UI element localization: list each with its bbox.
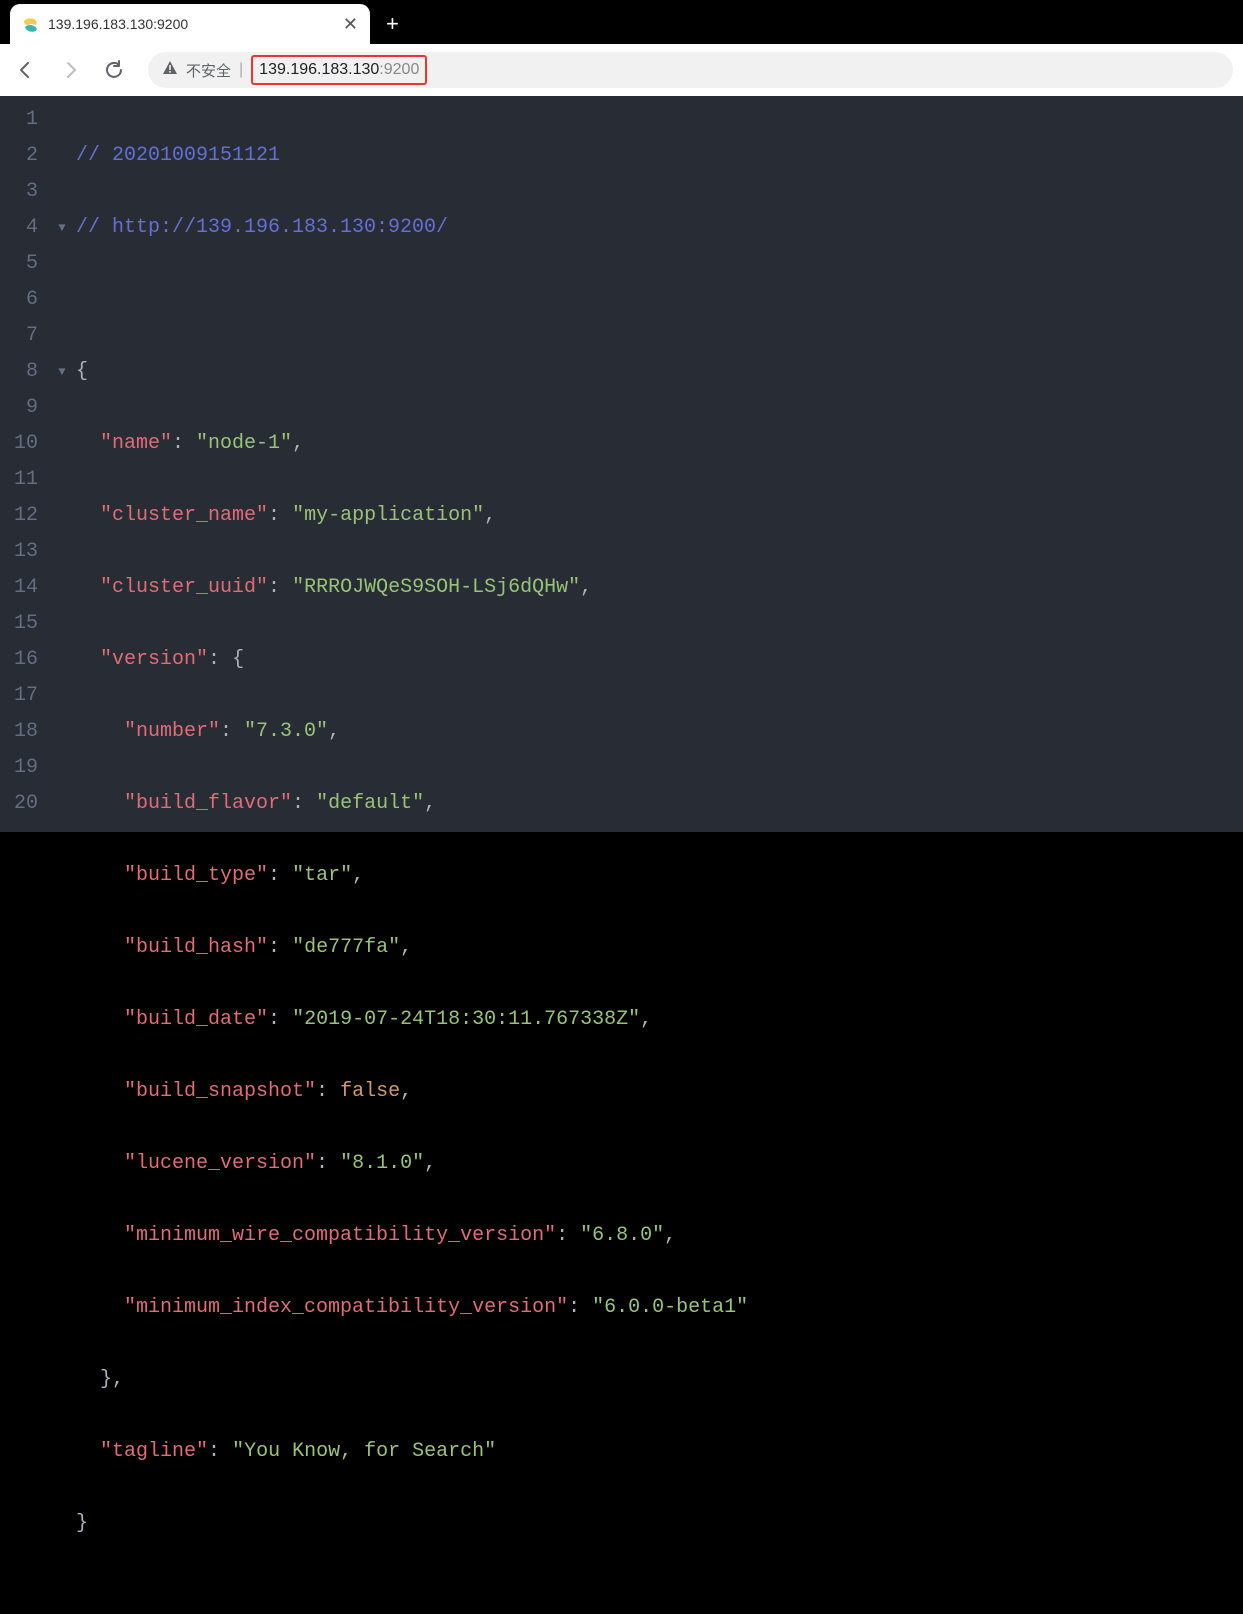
forward-button[interactable] xyxy=(54,54,86,86)
json-key: "minimum_index_compatibility_version" xyxy=(124,1296,568,1319)
line-number: 11 xyxy=(0,462,48,498)
line-number: 16 xyxy=(0,642,48,678)
comment: // http://139.196.183.130:9200/ xyxy=(76,216,448,239)
json-key: "build_snapshot" xyxy=(124,1080,316,1103)
json-value: "default" xyxy=(316,792,424,815)
reload-button[interactable] xyxy=(98,54,130,86)
line-number: 17 xyxy=(0,678,48,714)
json-key: "build_date" xyxy=(124,1008,268,1031)
address-bar[interactable]: 不安全 | 139.196.183.130:9200 xyxy=(148,52,1233,88)
line-number: 6 xyxy=(0,282,48,318)
line-number: 15 xyxy=(0,606,48,642)
json-key: "version" xyxy=(100,648,208,671)
fold-gutter: ▼ ▼ xyxy=(48,96,76,832)
json-key: "lucene_version" xyxy=(124,1152,316,1175)
json-key: "build_type" xyxy=(124,864,268,887)
url-port: :9200 xyxy=(379,61,419,78)
json-key: "build_hash" xyxy=(124,936,268,959)
json-value: "You Know, for Search" xyxy=(232,1440,496,1463)
line-number: 14 xyxy=(0,570,48,606)
line-number: 12 xyxy=(0,498,48,534)
url-host: 139.196.183.130 xyxy=(259,61,379,78)
line-number: 20 xyxy=(0,786,48,822)
line-number: 2 xyxy=(0,138,48,174)
insecure-label: 不安全 xyxy=(186,60,231,81)
json-key: "number" xyxy=(124,720,220,743)
brace: { xyxy=(76,360,88,383)
brace: } xyxy=(76,1512,88,1535)
line-number: 5 xyxy=(0,246,48,282)
json-key: "minimum_wire_compatibility_version" xyxy=(124,1224,556,1247)
json-value: "6.8.0" xyxy=(580,1224,664,1247)
json-value: "my-application" xyxy=(292,504,484,527)
line-number: 19 xyxy=(0,750,48,786)
json-value: "8.1.0" xyxy=(340,1152,424,1175)
brace: }, xyxy=(100,1368,124,1391)
back-button[interactable] xyxy=(10,54,42,86)
new-tab-button[interactable]: + xyxy=(386,4,399,44)
json-value: "6.0.0-beta1" xyxy=(592,1296,748,1319)
line-number: 9 xyxy=(0,390,48,426)
line-number-gutter: 1 2 3 4 5 6 7 8 9 10 11 12 13 14 15 16 1… xyxy=(0,96,48,832)
code-content[interactable]: // 20201009151121 // http://139.196.183.… xyxy=(76,96,1243,832)
json-key: "tagline" xyxy=(100,1440,208,1463)
line-number: 10 xyxy=(0,426,48,462)
line-number: 8 xyxy=(0,354,48,390)
close-icon[interactable]: ✕ xyxy=(343,15,358,33)
json-value: "de777fa" xyxy=(292,936,400,959)
json-value: "tar" xyxy=(292,864,352,887)
json-key: "cluster_name" xyxy=(100,504,268,527)
comment: // 20201009151121 xyxy=(76,144,280,167)
fold-toggle-icon[interactable]: ▼ xyxy=(48,210,76,246)
tab-strip: 139.196.183.130:9200 ✕ + xyxy=(0,0,1243,44)
insecure-warning-icon xyxy=(162,60,178,81)
json-value: "7.3.0" xyxy=(244,720,328,743)
line-number: 7 xyxy=(0,318,48,354)
json-key: "cluster_uuid" xyxy=(100,576,268,599)
line-number: 18 xyxy=(0,714,48,750)
json-value: "node-1" xyxy=(196,432,292,455)
separator: | xyxy=(239,61,243,79)
json-value: "RRROJWQeS9SOH-LSj6dQHw" xyxy=(292,576,580,599)
elastic-favicon-icon xyxy=(22,15,40,33)
tab-title: 139.196.183.130:9200 xyxy=(48,16,335,32)
json-key: "name" xyxy=(100,432,172,455)
browser-toolbar: 不安全 | 139.196.183.130:9200 xyxy=(0,44,1243,96)
json-value: "2019-07-24T18:30:11.767338Z" xyxy=(292,1008,640,1031)
line-number: 13 xyxy=(0,534,48,570)
line-number: 1 xyxy=(0,102,48,138)
brace: { xyxy=(232,648,244,671)
fold-toggle-icon[interactable]: ▼ xyxy=(48,354,76,390)
json-viewer: 1 2 3 4 5 6 7 8 9 10 11 12 13 14 15 16 1… xyxy=(0,96,1243,832)
line-number: 3 xyxy=(0,174,48,210)
json-key: "build_flavor" xyxy=(124,792,292,815)
url-highlight-box: 139.196.183.130:9200 xyxy=(251,55,427,85)
line-number: 4 xyxy=(0,210,48,246)
json-value: false xyxy=(340,1080,400,1103)
browser-tab[interactable]: 139.196.183.130:9200 ✕ xyxy=(10,4,370,44)
